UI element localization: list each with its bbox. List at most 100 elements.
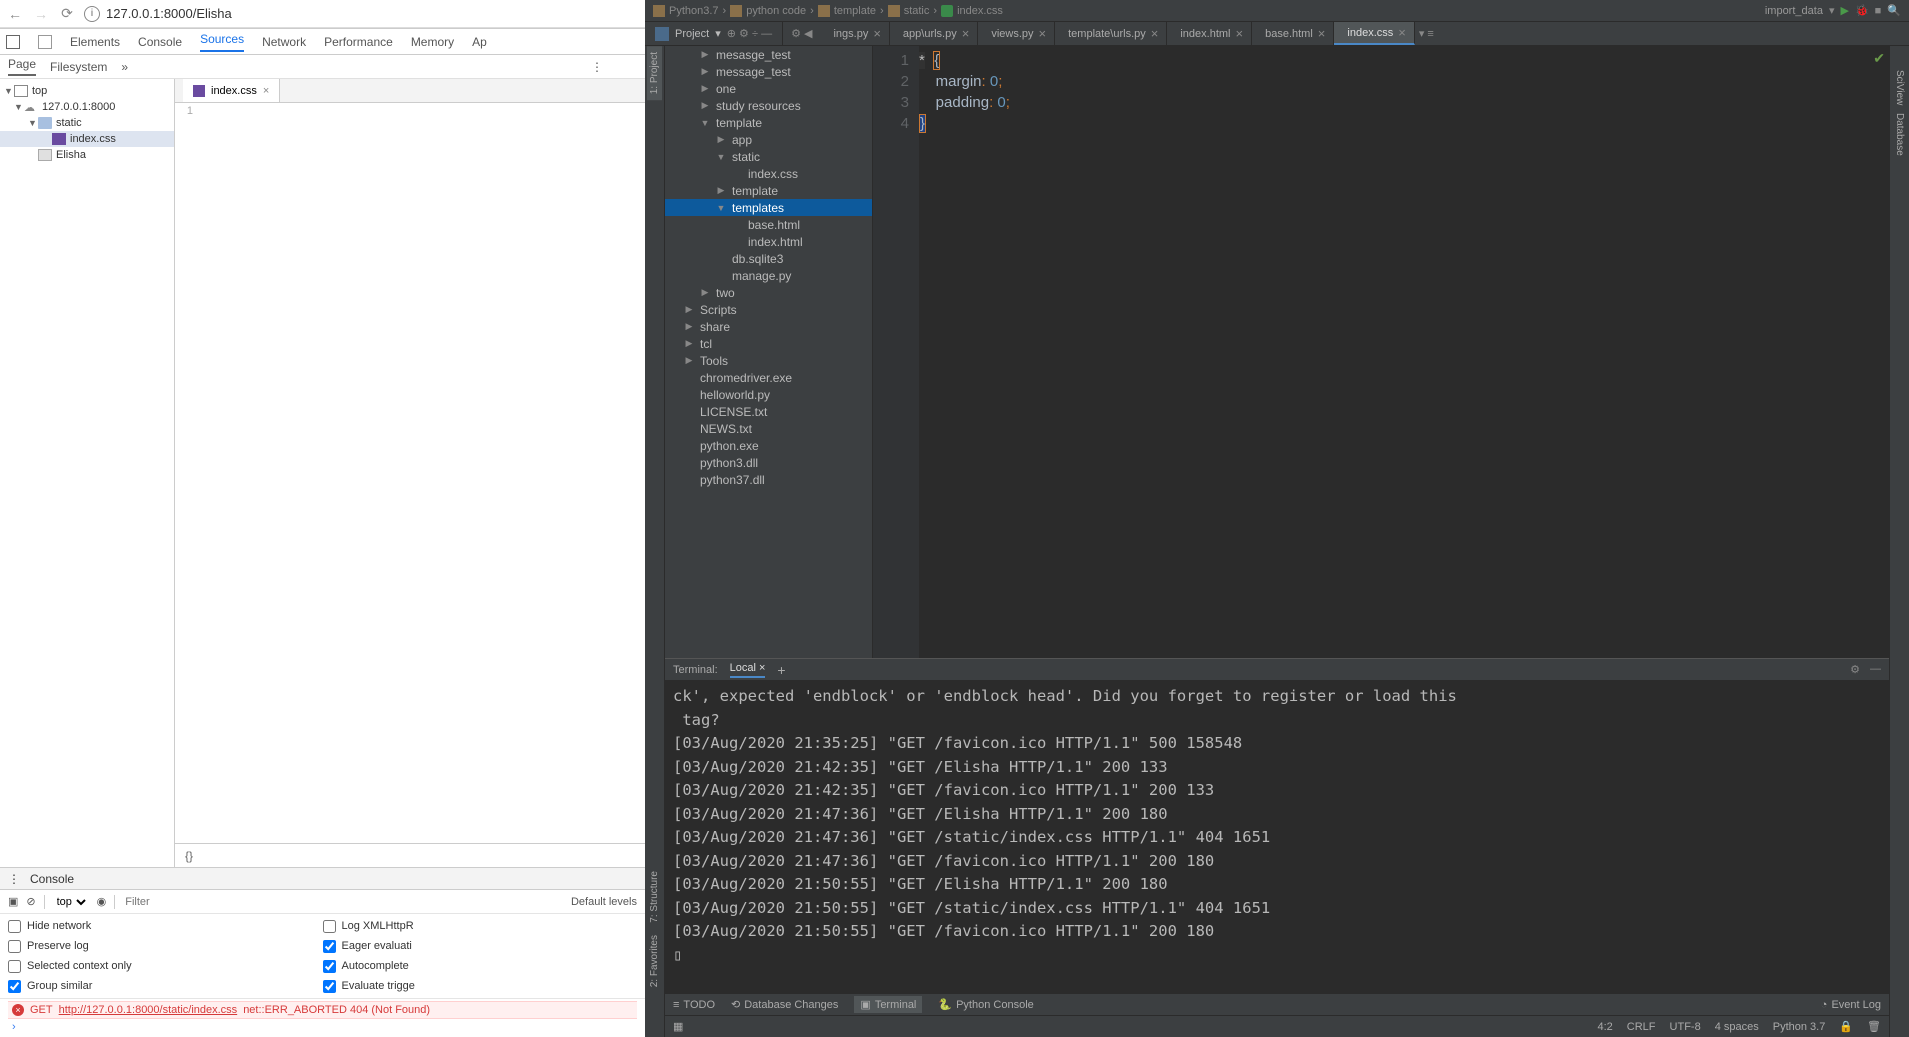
status-mem-icon[interactable]: 🗑 bbox=[1867, 1020, 1881, 1033]
device-icon[interactable] bbox=[38, 35, 52, 49]
tab-tools-icon[interactable]: ⚙ ◀ bbox=[783, 27, 820, 40]
site-info-icon[interactable]: i bbox=[84, 6, 100, 22]
run-icon[interactable]: ▶ bbox=[1840, 4, 1848, 17]
close-icon[interactable]: × bbox=[1151, 26, 1159, 41]
terminal-add-icon[interactable]: + bbox=[777, 662, 785, 678]
tree-row[interactable]: python37.dll bbox=[665, 471, 872, 488]
status-interp[interactable]: Python 3.7 bbox=[1773, 1021, 1826, 1033]
back-icon[interactable]: ← bbox=[6, 5, 24, 23]
tree-row[interactable]: python3.dll bbox=[665, 454, 872, 471]
tree-row[interactable]: ▶two bbox=[665, 284, 872, 301]
tab-sources[interactable]: Sources bbox=[200, 32, 244, 52]
console-error-row[interactable]: × GET http://127.0.0.1:8000/static/index… bbox=[8, 1001, 637, 1019]
tree-row[interactable]: python.exe bbox=[665, 437, 872, 454]
console-level[interactable]: Default levels bbox=[571, 896, 637, 908]
close-tab-icon[interactable]: × bbox=[263, 85, 269, 97]
tree-row[interactable]: NEWS.txt bbox=[665, 420, 872, 437]
tree-row[interactable]: base.html bbox=[665, 216, 872, 233]
side-favorites[interactable]: 2: Favorites bbox=[647, 929, 662, 993]
close-icon[interactable]: × bbox=[1398, 25, 1406, 40]
tab-console[interactable]: Console bbox=[138, 35, 182, 49]
crumb-root[interactable]: Python3.7 bbox=[653, 5, 719, 17]
tree-row[interactable]: index.html bbox=[665, 233, 872, 250]
editor-tab[interactable]: template\urls.py× bbox=[1055, 22, 1167, 45]
editor-tab[interactable]: index.css× bbox=[1334, 22, 1414, 45]
status-enc[interactable]: UTF-8 bbox=[1670, 1021, 1701, 1033]
check-group[interactable]: Group similar bbox=[8, 976, 323, 996]
address-bar[interactable]: i 127.0.0.1:8000/Elisha bbox=[84, 6, 639, 22]
project-tree[interactable]: ▶mesasge_test▶message_test▶one▶study res… bbox=[665, 46, 873, 658]
tree-row[interactable]: ▼template bbox=[665, 114, 872, 131]
crumb-3[interactable]: static bbox=[888, 5, 930, 17]
close-icon[interactable]: × bbox=[873, 26, 881, 41]
tree-row[interactable]: helloworld.py bbox=[665, 386, 872, 403]
terminal-tab-local[interactable]: Local × bbox=[730, 662, 766, 678]
side-project[interactable]: 1: Project bbox=[647, 46, 662, 100]
tool-eventlog[interactable]: ◔ Event Log bbox=[1821, 999, 1881, 1011]
tree-row[interactable]: ▶one bbox=[665, 80, 872, 97]
status-lock-icon[interactable]: 🔒 bbox=[1839, 1020, 1853, 1033]
editor-tab[interactable]: base.html× bbox=[1252, 22, 1334, 45]
status-indent[interactable]: 4 spaces bbox=[1715, 1021, 1759, 1033]
tab-network[interactable]: Network bbox=[262, 35, 306, 49]
check-hide-network[interactable]: Hide network bbox=[8, 916, 323, 936]
close-icon[interactable]: × bbox=[1039, 26, 1047, 41]
close-icon[interactable]: × bbox=[1236, 26, 1244, 41]
tree-row[interactable]: ▶template bbox=[665, 182, 872, 199]
project-tool-header[interactable]: Project ▾ ⊕ ⚙ ÷ — bbox=[645, 22, 783, 45]
tree-row[interactable]: ▶share bbox=[665, 318, 872, 335]
side-sciview[interactable]: SciView bbox=[1892, 66, 1907, 109]
editor-content[interactable]: * { margin: 0; padding: 0; } bbox=[919, 46, 1889, 658]
terminal-hide-icon[interactable]: — bbox=[1870, 663, 1881, 676]
status-windows-icon[interactable]: ▦ bbox=[673, 1020, 683, 1033]
tree-row[interactable]: chromedriver.exe bbox=[665, 369, 872, 386]
search-icon[interactable]: 🔍 bbox=[1887, 4, 1901, 17]
tree-row[interactable]: ▶Tools bbox=[665, 352, 872, 369]
braces-icon[interactable]: {} bbox=[185, 849, 193, 863]
debug-icon[interactable]: 🐞 bbox=[1855, 4, 1869, 17]
tree-row[interactable]: ▶study resources bbox=[665, 97, 872, 114]
console-play-icon[interactable]: ▣ bbox=[8, 895, 18, 908]
tabs-more-icon[interactable]: ▾ ≡ bbox=[1419, 27, 1434, 40]
sources-tree[interactable]: ▼top ▼☁127.0.0.1:8000 ▼static index.css … bbox=[0, 79, 175, 867]
tree-row[interactable]: ▶app bbox=[665, 131, 872, 148]
console-filter-input[interactable] bbox=[123, 894, 563, 910]
close-icon[interactable]: × bbox=[962, 26, 970, 41]
side-structure[interactable]: 7: Structure bbox=[647, 865, 662, 929]
console-clear-icon[interactable]: ⊘ bbox=[26, 895, 35, 908]
tree-row[interactable]: ▶tcl bbox=[665, 335, 872, 352]
tree-row[interactable]: db.sqlite3 bbox=[665, 250, 872, 267]
tool-pyconsole[interactable]: 🐍 Python Console bbox=[938, 998, 1033, 1011]
run-config[interactable]: import_data bbox=[1765, 5, 1823, 17]
check-context[interactable]: Selected context only bbox=[8, 956, 323, 976]
subtab-menu-icon[interactable]: ⋮ bbox=[591, 60, 603, 74]
tree-row[interactable]: ▶mesasge_test bbox=[665, 46, 872, 63]
inspect-icon[interactable] bbox=[6, 35, 20, 49]
check-autocomplete[interactable]: Autocomplete bbox=[323, 956, 638, 976]
tool-terminal[interactable]: ▣ Terminal bbox=[854, 996, 922, 1013]
console-prompt[interactable]: › bbox=[8, 1019, 637, 1035]
status-le[interactable]: CRLF bbox=[1627, 1021, 1656, 1033]
terminal-gear-icon[interactable]: ⚙ bbox=[1850, 663, 1860, 676]
console-menu-icon[interactable]: ⋮ bbox=[8, 872, 20, 886]
crumb-1[interactable]: python code bbox=[730, 5, 806, 17]
tree-row[interactable]: ▶Scripts bbox=[665, 301, 872, 318]
editor-tab[interactable]: app\urls.py× bbox=[890, 22, 978, 45]
editor-tab[interactable]: ings.py× bbox=[820, 22, 889, 45]
terminal-output[interactable]: ck', expected 'endblock' or 'endblock he… bbox=[665, 681, 1889, 993]
tree-row[interactable]: index.css bbox=[665, 165, 872, 182]
code-editor[interactable]: 1234 * { margin: 0; padding: 0; } ✔ bbox=[873, 46, 1889, 658]
console-context[interactable]: top bbox=[53, 895, 89, 909]
tree-row[interactable]: manage.py bbox=[665, 267, 872, 284]
crumb-4[interactable]: index.css bbox=[941, 5, 1003, 17]
editor-code[interactable]: 1 bbox=[175, 103, 645, 843]
tree-row[interactable]: ▶message_test bbox=[665, 63, 872, 80]
tool-todo[interactable]: ≡ TODO bbox=[673, 999, 715, 1011]
check-eager[interactable]: Eager evaluati bbox=[323, 936, 638, 956]
tree-top[interactable]: ▼top bbox=[0, 83, 174, 99]
tree-row[interactable]: LICENSE.txt bbox=[665, 403, 872, 420]
close-icon[interactable]: × bbox=[1318, 26, 1326, 41]
forward-icon[interactable]: → bbox=[32, 5, 50, 23]
stop-icon[interactable]: ■ bbox=[1875, 5, 1882, 17]
check-log-xhr[interactable]: Log XMLHttpR bbox=[323, 916, 638, 936]
